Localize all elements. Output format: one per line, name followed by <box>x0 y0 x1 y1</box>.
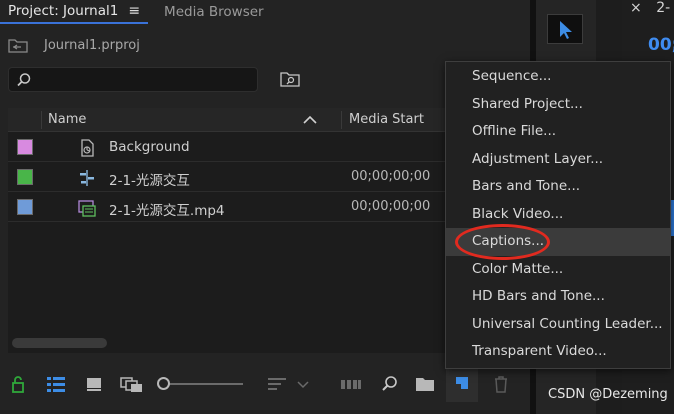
sequence-icon <box>80 170 94 186</box>
icon-view-icon[interactable] <box>84 374 104 394</box>
selection-tool-button[interactable] <box>547 14 583 44</box>
menu-item-transparent-video[interactable]: Transparent Video... <box>446 338 670 366</box>
list-view-icon[interactable] <box>46 374 66 394</box>
label-color-swatch[interactable] <box>17 139 33 155</box>
menu-item-adjustment-layer[interactable]: Adjustment Layer... <box>446 146 670 174</box>
horizontal-scrollbar[interactable] <box>12 338 107 348</box>
menu-item-bars-and-tone[interactable]: Bars and Tone... <box>446 173 670 201</box>
timeline-tab[interactable]: × 2- <box>630 0 670 16</box>
graphic-icon <box>81 139 94 157</box>
search-icon <box>17 73 31 87</box>
column-header-media-start[interactable]: Media Start <box>349 112 424 127</box>
list-header: Name Media Start <box>8 108 450 132</box>
item-media-start: 00;00;00;00 <box>351 199 431 214</box>
automate-to-sequence-icon[interactable] <box>340 374 362 394</box>
timeline-tab-close-icon[interactable]: × <box>630 0 642 16</box>
list-item[interactable]: 2-1-光源交互 00;00;00;00 <box>8 163 450 192</box>
zoom-slider-track[interactable] <box>165 383 243 385</box>
menu-item-hd-bars-and-tone[interactable]: HD Bars and Tone... <box>446 283 670 311</box>
item-name: 2-1-光源交互.mp4 <box>109 203 225 219</box>
new-item-icon <box>456 377 468 389</box>
menu-item-black-video[interactable]: Black Video... <box>446 201 670 229</box>
new-item-menu: Sequence... Shared Project... Offline Fi… <box>445 61 671 369</box>
selection-arrow-icon <box>560 21 572 39</box>
timeline-timecode[interactable]: 00; <box>648 35 674 55</box>
tab-project[interactable]: Project: Journal1 ≡ <box>0 0 149 24</box>
sort-icons-icon[interactable] <box>266 374 288 394</box>
list-item[interactable]: 2-1-光源交互.mp4 00;00;00;00 <box>8 193 450 222</box>
label-color-swatch[interactable] <box>17 199 33 215</box>
menu-item-universal-counting-leader[interactable]: Universal Counting Leader... <box>446 311 670 339</box>
watermark-text: CSDN @Dezeming <box>548 387 668 402</box>
highlight-annotation-oval <box>455 224 550 260</box>
chevron-down-icon[interactable] <box>296 374 310 394</box>
label-color-swatch[interactable] <box>17 169 33 185</box>
project-folder-icon <box>8 39 28 53</box>
timeline-tab-label: 2- <box>656 0 671 16</box>
zoom-slider-handle[interactable] <box>157 377 170 390</box>
item-media-start: 00;00;00;00 <box>351 169 431 184</box>
menu-item-offline-file[interactable]: Offline File... <box>446 118 670 146</box>
new-item-button[interactable] <box>446 366 478 402</box>
panel-menu-icon[interactable]: ≡ <box>128 3 140 19</box>
column-separator <box>341 111 342 129</box>
lock-icon[interactable] <box>8 374 28 394</box>
project-file-path: Journal1.prproj <box>8 38 140 53</box>
video-clip-icon <box>78 200 96 217</box>
menu-item-sequence[interactable]: Sequence... <box>446 63 670 91</box>
item-name: 2-1-光源交互 <box>109 173 190 189</box>
menu-item-color-matte[interactable]: Color Matte... <box>446 256 670 284</box>
column-separator <box>41 111 42 129</box>
item-name: Background <box>109 139 190 155</box>
list-item[interactable]: Background <box>8 133 450 162</box>
freeform-view-icon[interactable] <box>120 374 144 394</box>
column-header-name[interactable]: Name <box>48 112 86 127</box>
search-input[interactable] <box>8 67 258 92</box>
tab-media-browser-label: Media Browser <box>164 4 264 20</box>
new-search-bin-icon[interactable] <box>280 71 300 87</box>
new-bin-icon[interactable] <box>415 374 435 394</box>
sort-ascending-icon[interactable] <box>303 115 317 124</box>
tab-project-label: Project: Journal1 <box>8 3 119 19</box>
tab-media-browser[interactable]: Media Browser <box>156 0 272 24</box>
project-file-name: Journal1.prproj <box>44 38 140 53</box>
find-icon[interactable] <box>380 374 400 394</box>
project-item-list: Name Media Start Background 2-1-光源交互 00;… <box>8 108 450 353</box>
menu-item-shared-project[interactable]: Shared Project... <box>446 91 670 119</box>
trash-icon[interactable] <box>491 374 511 394</box>
panel-tab-bar: Project: Journal1 ≡ Media Browser <box>0 0 530 24</box>
